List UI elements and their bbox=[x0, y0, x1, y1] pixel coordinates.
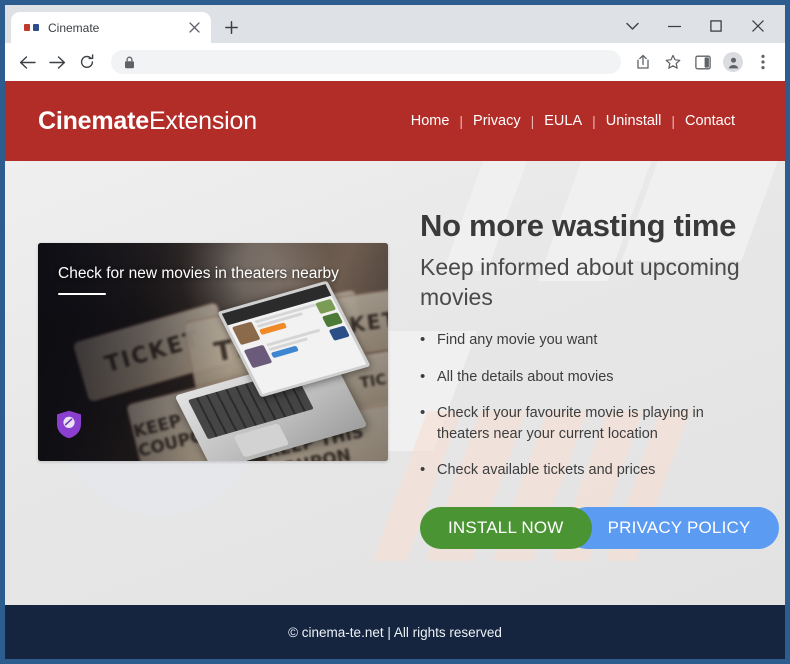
hero-copy: No more wasting time Keep informed about… bbox=[388, 191, 779, 605]
toolbar-right-actions bbox=[629, 48, 777, 76]
feature-list: Find any movie you want All the details … bbox=[420, 329, 745, 481]
site-header: CinemateExtension Home | Privacy | EULA … bbox=[5, 81, 785, 161]
hero-subheading: Keep informed about upcoming movies bbox=[420, 254, 740, 310]
feature-item: Check if your favourite movie is playing… bbox=[420, 402, 745, 444]
window-controls bbox=[611, 12, 779, 40]
new-tab-button[interactable] bbox=[217, 13, 245, 41]
window-maximize-icon[interactable] bbox=[695, 12, 737, 40]
share-icon[interactable] bbox=[629, 48, 657, 76]
feature-item: Check available tickets and prices bbox=[420, 459, 745, 481]
hero-screenshot: TICKET TICKET TICKET KEEP THIS COUPON KE… bbox=[38, 243, 388, 461]
tab-title: Cinemate bbox=[48, 20, 100, 35]
shield-badge-icon bbox=[56, 410, 82, 439]
nav-item-privacy[interactable]: Privacy bbox=[463, 113, 531, 129]
profile-avatar[interactable] bbox=[719, 48, 747, 76]
browser-chrome: Cinemate bbox=[0, 0, 790, 81]
install-now-button[interactable]: INSTALL NOW bbox=[420, 506, 592, 549]
nav-item-uninstall[interactable]: Uninstall bbox=[596, 113, 672, 129]
nav-item-home[interactable]: Home bbox=[401, 113, 460, 129]
site-logo[interactable]: CinemateExtension bbox=[38, 107, 257, 136]
address-bar[interactable] bbox=[111, 50, 621, 74]
caption-underline bbox=[58, 292, 106, 295]
hero-heading: No more wasting time bbox=[420, 208, 737, 243]
nav-item-contact[interactable]: Contact bbox=[675, 113, 745, 129]
brand-bold: Cinemate bbox=[38, 106, 149, 135]
screenshot-caption-text: Check for new movies in theaters nearby bbox=[58, 265, 339, 282]
lock-icon bbox=[121, 54, 137, 70]
browser-toolbar bbox=[5, 43, 785, 81]
tab-favicon-icon bbox=[23, 20, 39, 36]
privacy-policy-button[interactable]: PRIVACY POLICY bbox=[565, 506, 779, 549]
browser-tab-cinemate[interactable]: Cinemate bbox=[11, 12, 211, 43]
cta-buttons: INSTALL NOW PRIVACY POLICY bbox=[420, 506, 779, 549]
main-navigation: Home | Privacy | EULA | Uninstall | Cont… bbox=[401, 113, 745, 129]
feature-item: All the details about movies bbox=[420, 366, 745, 388]
brand-light: Extension bbox=[148, 106, 257, 135]
browser-window: Cinemate CinemateExtension Home | Privac… bbox=[0, 0, 790, 664]
window-minimize-icon[interactable] bbox=[653, 12, 695, 40]
site-footer: © cinema-te.net | All rights reserved bbox=[5, 605, 785, 659]
bookmark-star-icon[interactable] bbox=[659, 48, 687, 76]
hero-section: TICKET TICKET TICKET KEEP THIS COUPON KE… bbox=[5, 161, 785, 605]
tab-strip: Cinemate bbox=[5, 10, 785, 43]
copyright-text: © cinema-te.net | All rights reserved bbox=[288, 624, 502, 640]
nav-item-eula[interactable]: EULA bbox=[534, 113, 592, 129]
reload-icon[interactable] bbox=[73, 48, 101, 76]
side-panel-icon[interactable] bbox=[689, 48, 717, 76]
screenshot-caption: Check for new movies in theaters nearby bbox=[58, 265, 339, 295]
window-close-icon[interactable] bbox=[737, 12, 779, 40]
laptop-graphic bbox=[174, 280, 376, 461]
forward-icon[interactable] bbox=[43, 48, 71, 76]
tab-search-chevron-down-icon[interactable] bbox=[611, 12, 653, 40]
tab-close-icon[interactable] bbox=[185, 19, 203, 37]
back-icon[interactable] bbox=[13, 48, 41, 76]
feature-item: Find any movie you want bbox=[420, 329, 745, 351]
page-viewport: CinemateExtension Home | Privacy | EULA … bbox=[0, 81, 790, 664]
chrome-menu-icon[interactable] bbox=[749, 48, 777, 76]
